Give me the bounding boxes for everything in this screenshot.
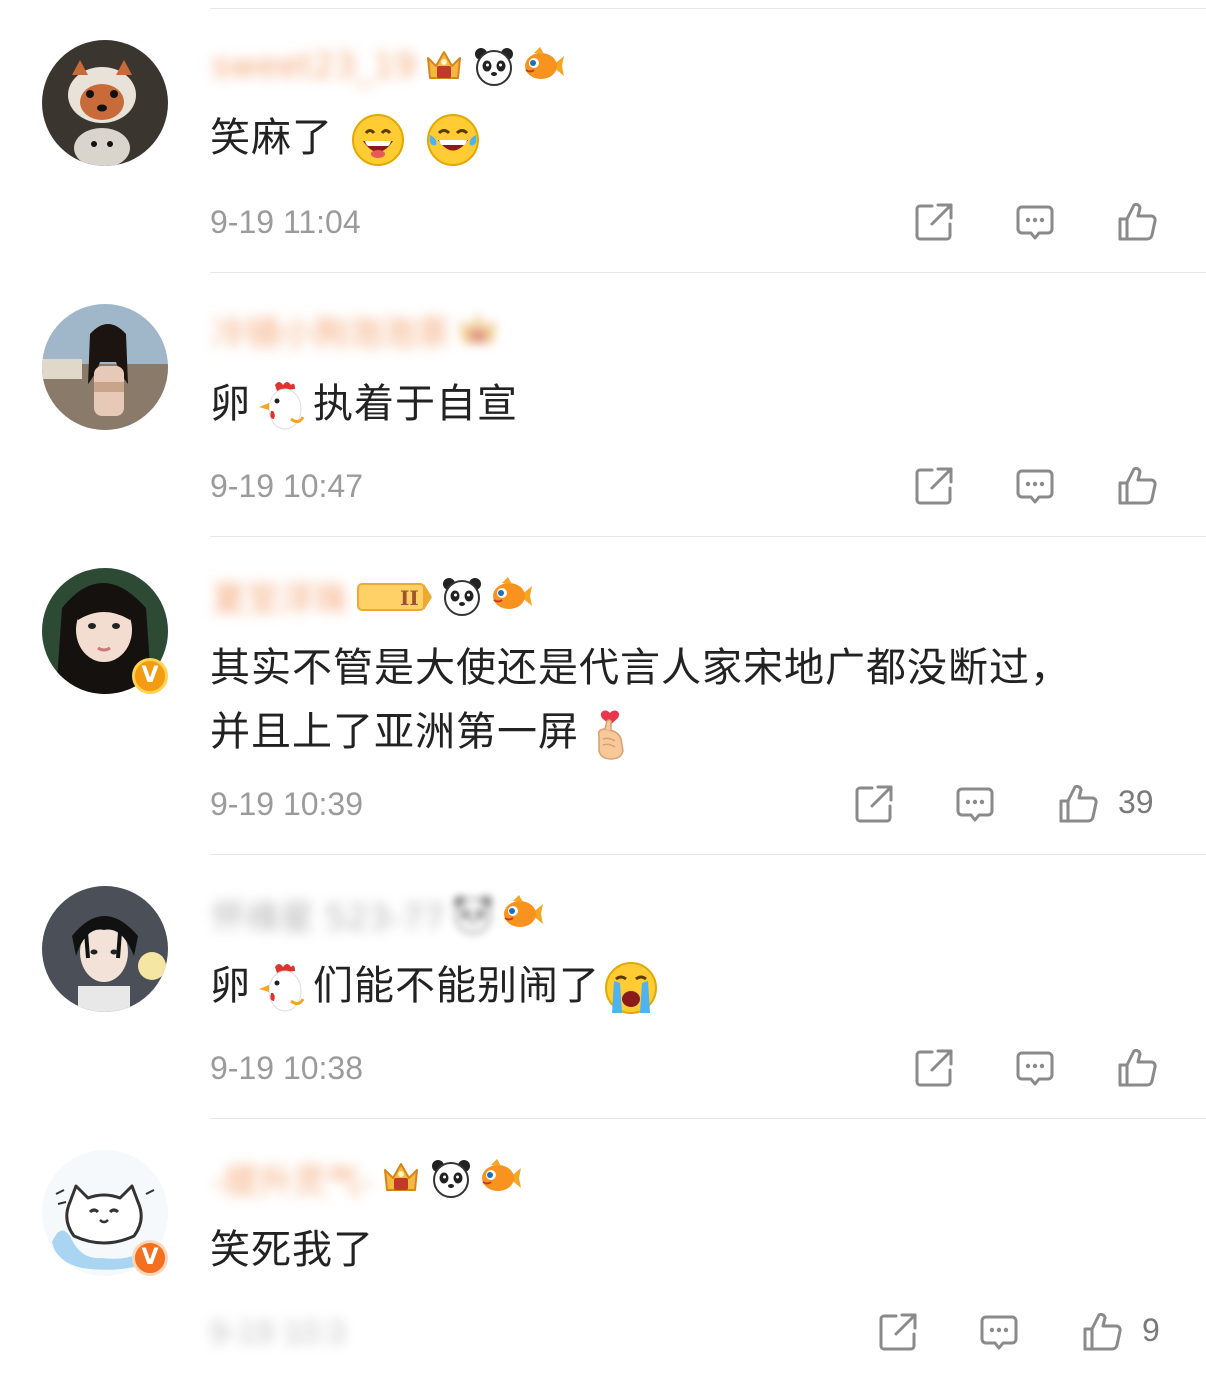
username-row: 冷镜小狗泡泡茶 [212,306,500,355]
grinning-face-emoji-icon [351,113,405,167]
username[interactable]: 冷镜小狗泡泡茶 [212,306,450,355]
comment-text: 其实不管是大使还是代言人家宋地广都没断过， 并且上了亚洲第一屏 [210,636,1136,764]
comment-icon[interactable] [953,782,997,826]
comment-text: 卵执着于自宣 [210,372,1136,436]
comment-icon[interactable] [1013,464,1057,508]
avatar[interactable] [42,304,168,430]
comment-text: 笑死我了 [210,1227,374,1273]
verified-badge: V [132,658,168,694]
username[interactable]: sweet23_19 [212,46,416,86]
rooster-emoji-icon [255,961,309,1015]
divider [210,1118,1206,1119]
goldfish-badge-icon [501,892,545,936]
comment-icon[interactable] [1013,1046,1057,1090]
verified-badge: V [132,1240,168,1276]
crown-badge-icon [456,308,500,352]
crying-face-emoji-icon [604,961,658,1015]
goldfish-badge-icon [490,574,534,618]
panda-badge-icon [451,892,495,936]
crown-level-7-badge-icon [422,44,466,88]
share-icon[interactable] [912,1046,956,1090]
goldfish-badge-icon [522,44,566,88]
username[interactable]: -提升灵气- [212,1154,373,1203]
thumbs-up-icon[interactable] [1115,200,1159,244]
username-row: 怀缘星 523-77 [212,890,545,939]
share-icon[interactable] [852,782,896,826]
divider [210,536,1206,537]
action-bar [0,1046,1206,1090]
share-icon[interactable] [912,464,956,508]
action-bar [0,464,1206,508]
svg-text:II: II [400,586,419,610]
username-row: sweet23_19 [212,44,566,88]
panda-badge-icon [429,1156,473,1200]
share-icon[interactable] [876,1310,920,1354]
finger-heart-emoji-icon [583,707,637,761]
comment-text: 卵们能不能别闹了 [210,954,1136,1018]
share-icon[interactable] [912,200,956,244]
username-row: -提升灵气- [212,1154,523,1203]
action-bar: 9 [0,1310,1206,1354]
laughing-tears-emoji-icon [426,113,480,167]
thumbs-up-icon[interactable] [1056,782,1100,826]
avatar[interactable] [42,886,168,1012]
avatar[interactable] [42,40,168,166]
like-count: 9 [1142,1312,1160,1348]
thumbs-up-icon[interactable] [1115,464,1159,508]
thumbs-up-icon[interactable] [1115,1046,1159,1090]
goldfish-badge-icon [479,1156,523,1200]
panda-badge-icon [472,44,516,88]
level-badge-icon: II [357,583,432,611]
divider [210,8,1206,9]
comment-text: 笑麻了 [210,106,1136,170]
like-count: 39 [1118,784,1154,820]
rooster-emoji-icon [255,379,309,433]
username[interactable]: 夏至浮珠 [212,572,348,621]
action-bar: 39 [0,782,1206,826]
panda-badge-icon [440,574,484,618]
comment-icon[interactable] [1013,200,1057,244]
action-bar [0,200,1206,244]
thumbs-up-icon[interactable] [1080,1310,1124,1354]
username[interactable]: 怀缘星 523-77 [212,890,445,939]
divider [210,272,1206,273]
crown-level-6-badge-icon [379,1156,423,1200]
username-row: 夏至浮珠 II [212,572,534,621]
divider [210,854,1206,855]
comment-icon[interactable] [977,1310,1021,1354]
